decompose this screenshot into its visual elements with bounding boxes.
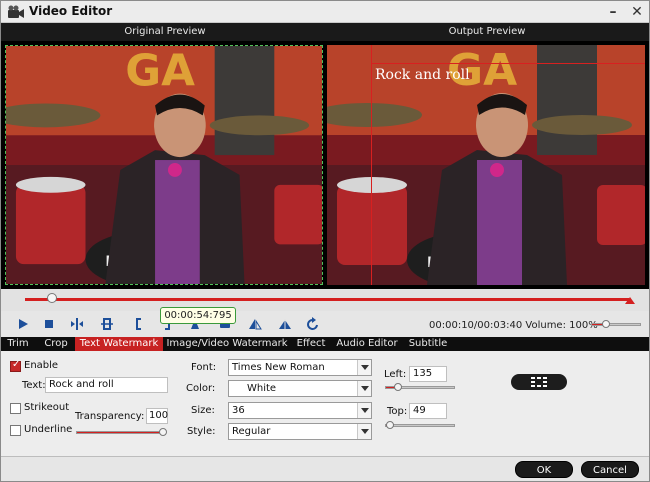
style-select[interactable]: Regular [228,423,372,440]
tab-trim[interactable]: Trim [1,337,35,351]
chevron-down-icon [357,381,371,396]
underline-label: Underline [24,424,73,435]
size-select-value: 36 [232,405,245,416]
font-select[interactable]: Times New Roman [228,359,372,376]
playback-controls: 00:00:10/00:03:40 Volume: 100% [1,313,649,335]
transparency-input[interactable]: 100 [146,408,168,424]
film-camera-icon [8,5,24,18]
transparency-slider-fill [77,432,163,433]
flip-horizontal-icon[interactable] [247,316,263,332]
title-bar: Video Editor – ✕ [1,1,649,23]
video-editor-window: Video Editor – ✕ Original Preview Output… [0,0,650,482]
rotate-icon[interactable] [305,316,321,332]
mark-in-icon[interactable] [131,316,147,332]
top-position-slider-knob[interactable] [386,421,395,429]
watermark-guide-horizontal [371,63,645,64]
tab-audio-editor[interactable]: Audio Editor [333,337,401,351]
enable-label: Enable [24,360,59,371]
transparency-slider[interactable] [76,428,167,436]
output-preview-label: Output Preview [448,26,526,37]
svg-text:GA: GA [125,46,195,97]
preview-area: GA Premi GA [1,41,649,289]
style-select-value: Regular [232,426,271,437]
dialog-footer: OK Cancel [1,457,649,481]
cancel-button[interactable]: Cancel [581,461,639,478]
ok-button[interactable]: OK [515,461,573,478]
tab-effect[interactable]: Effect [291,337,331,351]
color-label: Color: [186,383,216,394]
concert-video-frame: GA Premi [6,46,322,284]
previous-frame-icon[interactable] [69,316,85,332]
font-label: Font: [191,362,217,373]
watermark-guide-vertical [371,45,372,285]
playhead-time-tooltip: 00:00:54:795 [160,307,236,324]
watermark-text-input[interactable]: Rock and roll [45,377,168,393]
top-position-input[interactable]: 49 [409,403,447,419]
color-select[interactable]: White [228,380,372,397]
original-preview-pane[interactable]: GA Premi [5,45,323,285]
editor-tabs: Trim Crop Text Watermark Image/Video Wat… [1,337,649,351]
strikeout-label: Strikeout [24,402,70,413]
chevron-down-icon [357,360,371,375]
volume-label: Volume: [525,320,566,331]
window-title: Video Editor [29,4,113,18]
style-label: Style: [187,426,216,437]
timeline-playhead[interactable] [47,293,58,303]
play-icon[interactable] [15,316,31,332]
size-select[interactable]: 36 [228,402,372,419]
top-position-slider[interactable] [385,421,455,429]
color-select-value: White [247,383,277,394]
left-position-input[interactable]: 135 [409,366,447,382]
close-button[interactable]: ✕ [629,4,645,20]
tab-subtitle[interactable]: Subtitle [403,337,453,351]
underline-checkbox[interactable] [10,425,21,436]
transparency-label: Transparency: [75,411,145,422]
size-label: Size: [191,405,215,416]
grid-dots-icon [531,377,547,387]
flip-vertical-icon[interactable] [277,316,293,332]
volume-slider-knob[interactable] [602,320,611,328]
original-preview-label: Original Preview [124,26,206,37]
timeline-end-marker[interactable] [625,297,635,304]
left-position-slider[interactable] [385,383,455,391]
minimize-button[interactable]: – [605,4,621,20]
top-label: Top: [387,406,408,417]
stop-icon[interactable] [41,316,57,332]
enable-checkbox[interactable] [10,359,21,372]
strikeout-checkbox[interactable] [10,403,21,414]
tab-crop[interactable]: Crop [37,337,75,351]
left-label: Left: [384,369,407,380]
tab-image-video-watermark[interactable]: Image/Video Watermark [165,337,289,351]
tab-text-watermark[interactable]: Text Watermark [75,337,163,351]
timeline-selected-range [25,298,629,301]
volume-slider[interactable] [591,320,641,328]
font-select-value: Times New Roman [232,362,325,373]
chevron-down-icon [357,403,371,418]
preview-header: Original Preview Output Preview [1,23,649,41]
position-grid-button[interactable] [511,374,567,390]
timeline [1,289,649,311]
watermark-overlay-text[interactable]: Rock and roll [375,67,470,83]
left-position-slider-knob[interactable] [393,383,402,391]
current-time: 00:00:10/00:03:40 [429,320,523,331]
time-display: 00:00:10/00:03:40 Volume: 100% [429,320,598,331]
transparency-slider-knob[interactable] [159,428,167,436]
next-frame-icon[interactable] [99,316,115,332]
chevron-down-icon [357,424,371,439]
text-label: Text: [22,380,46,391]
output-preview-pane[interactable]: GA Premi Rock and roll [327,45,645,285]
text-watermark-panel: Enable Text: Rock and roll Strikeout Tra… [1,351,649,457]
